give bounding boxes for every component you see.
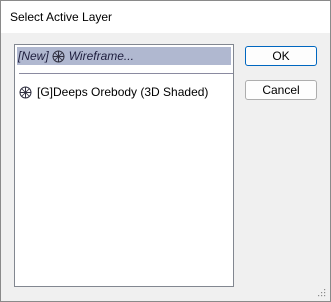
layer-list[interactable]: [New] Wireframe... [G]Deeps Orebody (3D … [14,44,234,287]
list-item-label: [G]Deeps Orebody (3D Shaded) [37,85,209,99]
list-separator [19,73,233,74]
list-item-deeps-orebody[interactable]: [G]Deeps Orebody (3D Shaded) [17,83,231,101]
cancel-button[interactable]: Cancel [245,80,317,100]
new-layer-name: Wireframe... [68,49,134,63]
wireframe-icon [19,86,32,98]
list-item-new-wireframe[interactable]: [New] Wireframe... [17,47,231,65]
wireframe-icon [52,50,65,62]
resize-grip-icon[interactable] [317,288,326,297]
dialog-title: Select Active Layer [10,10,113,24]
select-active-layer-dialog: Select Active Layer [New] Wireframe... [… [0,0,331,302]
new-prefix: [New] [18,49,49,63]
title-bar[interactable]: Select Active Layer [1,1,330,33]
ok-button[interactable]: OK [245,46,317,66]
